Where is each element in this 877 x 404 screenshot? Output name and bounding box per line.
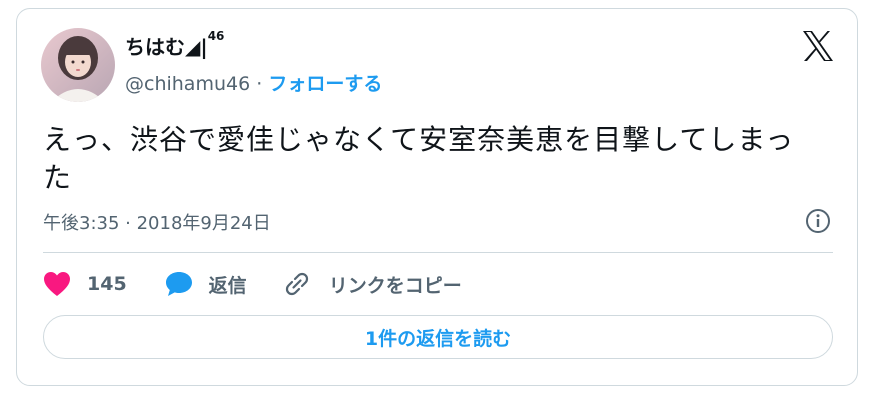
display-name-superscript: 46 — [207, 29, 225, 43]
user-handle[interactable]: @chihamu46 — [125, 73, 250, 95]
action-bar: 145 返信 リンクをコピー — [43, 269, 462, 299]
tweet-text: えっ、渋谷で愛佳じゃなくて安室奈美恵を目撃してしまった — [43, 123, 795, 194]
like-count: 145 — [87, 273, 127, 295]
avatar[interactable] — [41, 28, 115, 102]
reply-label: 返信 — [208, 274, 247, 297]
reply-bubble-icon — [165, 272, 192, 296]
display-name[interactable]: ちはむ◢|46 — [125, 29, 225, 60]
read-replies-label: 1件の返信を読む — [364, 327, 512, 350]
link-icon — [285, 272, 308, 296]
info-icon[interactable] — [805, 208, 831, 234]
tweet-timestamp[interactable]: 午後3:35 · 2018年9月24日 — [43, 209, 271, 235]
follow-button[interactable]: フォローする — [268, 73, 382, 95]
tweet-card: ちはむ◢|46 @chihamu46 · フォローする えっ、渋谷で愛佳じゃなく… — [16, 8, 858, 386]
copy-link-label: リンクをコピー — [328, 274, 462, 297]
display-name-text: ちはむ◢| — [125, 35, 208, 59]
x-logo-icon[interactable] — [801, 29, 835, 63]
reply-button[interactable]: 返信 — [165, 271, 283, 298]
divider — [43, 252, 833, 253]
separator-dot: · — [256, 73, 263, 95]
heart-icon — [44, 272, 70, 296]
read-replies-button[interactable]: 1件の返信を読む — [43, 315, 833, 359]
copy-link-button[interactable]: リンクをコピー — [283, 270, 462, 298]
like-button[interactable]: 145 — [43, 271, 165, 297]
handle-row: @chihamu46 · フォローする — [125, 69, 382, 96]
